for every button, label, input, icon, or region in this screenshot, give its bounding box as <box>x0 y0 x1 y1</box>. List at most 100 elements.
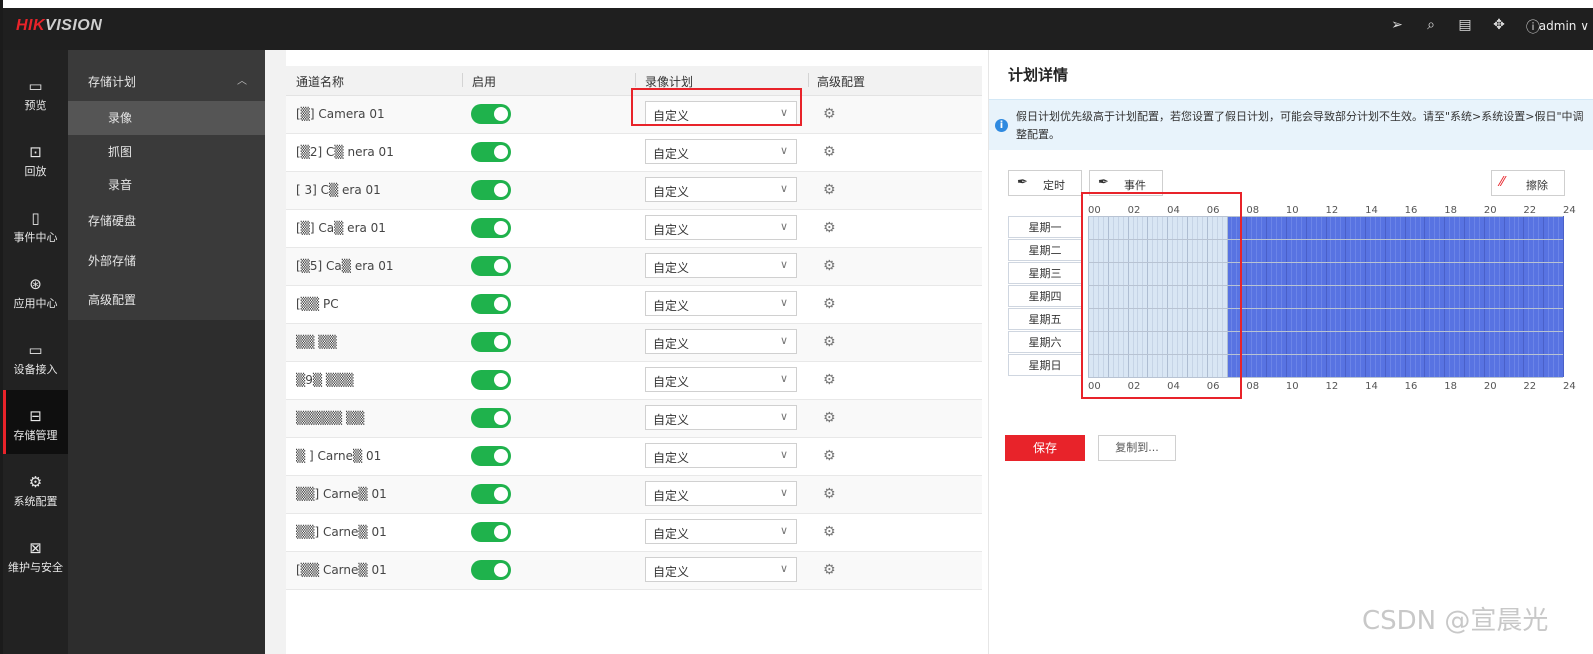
copy-to-button[interactable]: 复制到... <box>1098 435 1176 461</box>
enable-toggle[interactable] <box>471 294 511 314</box>
gear-icon[interactable]: ⚙ <box>823 410 836 426</box>
record-plan-value: 自定义 <box>653 147 690 161</box>
table-row: [▒2] C▒ nera 01 自定义 ∨ ⚙ <box>286 134 982 172</box>
search-icon[interactable]: ⌕ <box>1423 17 1439 37</box>
record-plan-select[interactable]: 自定义 ∨ <box>645 519 797 544</box>
record-plan-select[interactable]: 自定义 ∨ <box>645 481 797 506</box>
submenu-external-storage[interactable]: 外部存储 <box>68 244 265 278</box>
enable-toggle[interactable] <box>471 370 511 390</box>
record-plan-select[interactable]: 自定义 ∨ <box>645 557 797 582</box>
gear-icon[interactable]: ⚙ <box>823 144 836 160</box>
enable-toggle[interactable] <box>471 218 511 238</box>
brush-icon: ✒ <box>1098 175 1109 190</box>
nav-app-center[interactable]: ⊛ 应用中心 <box>3 274 68 311</box>
record-plan-select[interactable]: 自定义 ∨ <box>645 367 797 392</box>
hour-label: 10 <box>1285 205 1299 216</box>
record-plan-value: 自定义 <box>653 337 690 351</box>
app-icon: ⊛ <box>29 275 42 293</box>
enable-toggle[interactable] <box>471 522 511 542</box>
enable-toggle[interactable] <box>471 484 511 504</box>
timed-brush-button[interactable]: ✒ 定时 <box>1008 170 1082 196</box>
channel-name: ▒▒ ▒▒ <box>296 335 337 349</box>
calendar-icon[interactable]: ▤ <box>1457 17 1473 37</box>
enable-toggle[interactable] <box>471 142 511 162</box>
grid-line <box>1355 216 1356 377</box>
hikvision-logo[interactable]: HIKVISION <box>16 17 102 35</box>
record-plan-select[interactable]: 自定义 ∨ <box>645 329 797 354</box>
gear-icon[interactable]: ⚙ <box>823 562 836 578</box>
channel-name: [▒2] C▒ nera 01 <box>296 145 394 159</box>
table-row: [ 3] C▒ era 01 自定义 ∨ ⚙ <box>286 172 982 210</box>
submenu-capture[interactable]: 抓图 <box>68 135 265 169</box>
nav-event-center[interactable]: ▯ 事件中心 <box>3 208 68 245</box>
save-button[interactable]: 保存 <box>1005 435 1085 461</box>
gear-icon[interactable]: ⚙ <box>823 486 836 502</box>
record-plan-value: 自定义 <box>653 261 690 275</box>
grid-line <box>1360 216 1361 377</box>
grid-line <box>1469 216 1470 377</box>
table-row: [▒] Ca▒ era 01 自定义 ∨ ⚙ <box>286 210 982 248</box>
grid-line <box>1266 216 1267 377</box>
grid-line <box>1420 216 1421 377</box>
gear-icon[interactable]: ⚙ <box>823 372 836 388</box>
puzzle-icon[interactable]: ✥ <box>1491 17 1507 37</box>
gear-icon[interactable]: ⚙ <box>823 106 836 122</box>
nav-preview[interactable]: ▭ 预览 <box>3 76 68 113</box>
grid-line <box>1563 216 1564 377</box>
day-label: 星期三 <box>1008 262 1082 284</box>
enable-toggle[interactable] <box>471 256 511 276</box>
gear-icon[interactable]: ⚙ <box>823 182 836 198</box>
record-plan-select[interactable]: 自定义 ∨ <box>645 177 797 202</box>
gear-icon[interactable]: ⚙ <box>823 448 836 464</box>
channel-name: [ 3] C▒ era 01 <box>296 183 381 197</box>
enable-toggle[interactable] <box>471 180 511 200</box>
storage-icon: ⊟ <box>29 407 42 425</box>
record-plan-select[interactable]: 自定义 ∨ <box>645 253 797 278</box>
submenu-audio[interactable]: 录音 <box>68 168 265 202</box>
nav-playback[interactable]: ⊡ 回放 <box>3 142 68 179</box>
nav-maintenance-security[interactable]: ⊠ 维护与安全 <box>3 538 68 575</box>
enable-toggle[interactable] <box>471 332 511 352</box>
nav-device-access[interactable]: ▭ 设备接入 <box>3 340 68 377</box>
record-plan-select[interactable]: 自定义 ∨ <box>645 405 797 430</box>
grid-line <box>1543 216 1544 377</box>
erase-button[interactable]: ⁄⁄ 擦除 <box>1491 170 1565 196</box>
record-plan-value: 自定义 <box>653 451 690 465</box>
table-row: ▒▒] Carne▒ 01 自定义 ∨ ⚙ <box>286 514 982 552</box>
enable-toggle[interactable] <box>471 104 511 124</box>
gear-icon[interactable]: ⚙ <box>823 296 836 312</box>
nav-storage-management[interactable]: ⊟ 存储管理 <box>3 390 68 454</box>
submenu-storage-disk[interactable]: 存储硬盘 <box>68 204 265 238</box>
gear-icon[interactable]: ⚙ <box>823 524 836 540</box>
submenu-advanced-config[interactable]: 高级配置 <box>68 283 265 317</box>
brush-icon: ✒ <box>1017 175 1028 190</box>
enable-toggle[interactable] <box>471 560 511 580</box>
send-icon[interactable]: ➢ <box>1389 17 1405 37</box>
enable-toggle[interactable] <box>471 408 511 428</box>
gear-icon[interactable]: ⚙ <box>823 258 836 274</box>
gear-icon[interactable]: ⚙ <box>823 334 836 350</box>
day-label: 星期四 <box>1008 285 1082 307</box>
record-plan-select[interactable]: 自定义 ∨ <box>645 139 797 164</box>
submenu-record[interactable]: 录像 <box>68 101 265 135</box>
grid-line <box>1335 216 1336 377</box>
grid-line <box>1345 216 1346 377</box>
hour-label: 16 <box>1404 381 1418 392</box>
day-label: 星期五 <box>1008 308 1082 330</box>
hour-label: 22 <box>1523 381 1537 392</box>
gear-icon[interactable]: ⚙ <box>823 220 836 236</box>
channel-name: [▒] Camera 01 <box>296 107 385 121</box>
record-plan-select[interactable]: 自定义 ∨ <box>645 443 797 468</box>
enable-toggle[interactable] <box>471 446 511 466</box>
grid-line <box>1424 216 1425 377</box>
record-plan-select[interactable]: 自定义 ∨ <box>645 291 797 316</box>
hour-label: 20 <box>1483 381 1497 392</box>
submenu-storage-plan[interactable]: 存储计划 ︿ <box>68 65 265 99</box>
user-menu[interactable]: admin ∨ <box>1539 19 1589 33</box>
table-row: ▒9▒ ▒▒▒ 自定义 ∨ ⚙ <box>286 362 982 400</box>
record-plan-select[interactable]: 自定义 ∨ <box>645 215 797 240</box>
grid-line <box>1261 216 1262 377</box>
nav-system-config[interactable]: ⚙ 系统配置 <box>3 472 68 509</box>
chevron-up-icon: ︿ <box>237 76 247 87</box>
storage-submenu: 存储计划 ︿ 录像 抓图 录音 存储硬盘 外部存储 高级配置 <box>68 50 265 654</box>
